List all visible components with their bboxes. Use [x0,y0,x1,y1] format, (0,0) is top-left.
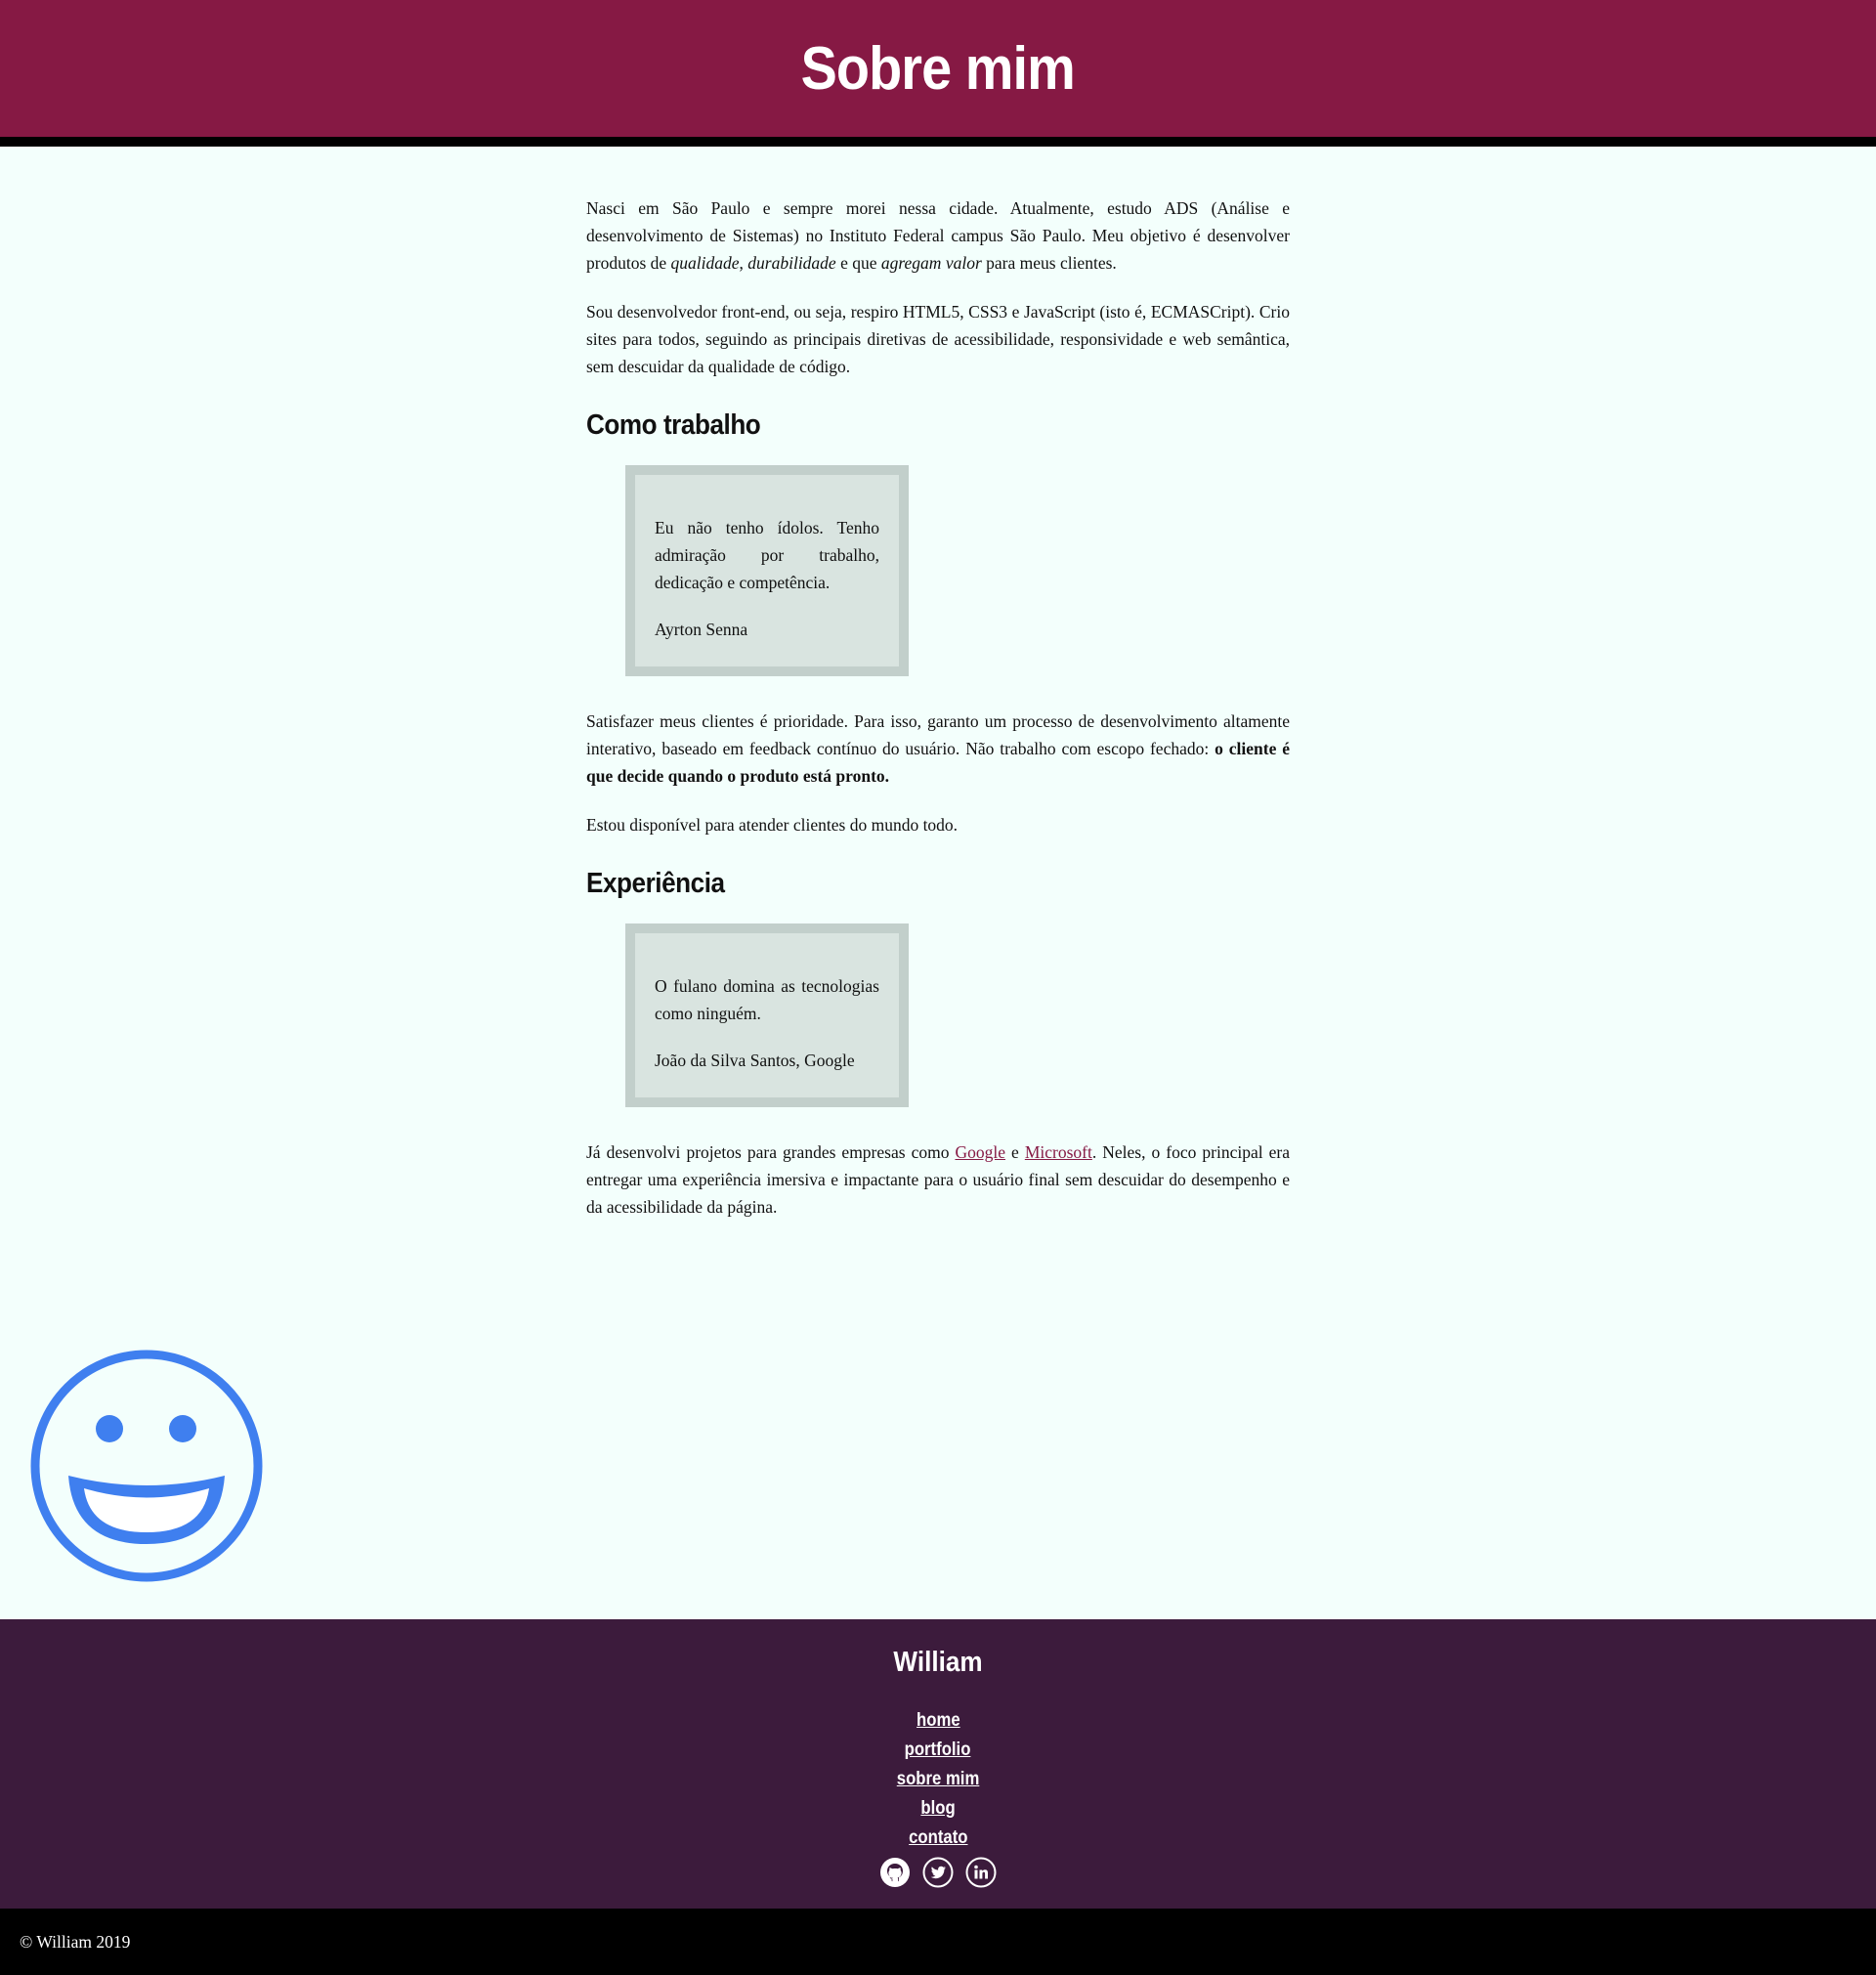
footer-link-sobre-mim[interactable]: sobre mim [897,1765,980,1793]
social-links [0,1857,1876,1888]
section-heading-work: Como trabalho [586,409,761,441]
emphasis-quality: qualidade [670,253,740,273]
footer-link-blog[interactable]: blog [920,1794,955,1823]
quote-text: O fulano domina as tecnologias como ning… [655,976,879,1023]
experience-paragraph: Já desenvolvi projetos para grandes empr… [586,1142,1290,1217]
page-title: Sobre mim [800,34,1076,103]
emphasis-durability: durabilidade [747,253,836,273]
work-paragraph-1: Satisfazer meus clientes é prioridade. P… [586,711,1290,786]
linkedin-link[interactable] [965,1857,997,1888]
footer-link-contato[interactable]: contato [909,1824,967,1852]
footer-nav: home portfolio sobre mim blog contato [0,1706,1876,1853]
copyright-bar: © William 2019 [0,1909,1876,1975]
quote-senna: Eu não tenho ídolos. Tenho admiração por… [625,465,909,676]
github-link[interactable] [879,1857,911,1888]
microsoft-link[interactable]: Microsoft [1025,1142,1092,1162]
quote-author: Ayrton Senna [655,620,748,639]
google-link[interactable]: Google [955,1142,1005,1162]
footer-link-home[interactable]: home [917,1706,960,1735]
footer-name: William [893,1647,983,1678]
twitter-icon [922,1857,954,1888]
intro-paragraph-1: Nasci em São Paulo e sempre morei nessa … [586,198,1290,273]
page-header: Sobre mim [0,0,1876,147]
section-heading-experience: Experiência [586,868,725,899]
work-paragraph-2: Estou disponível para atender clientes d… [586,815,959,835]
linkedin-icon [965,1857,997,1888]
twitter-link[interactable] [922,1857,954,1888]
main-content: Nasci em São Paulo e sempre morei nessa … [586,147,1290,1619]
page-footer: William home portfolio sobre mim blog co… [0,1619,1876,1909]
quote-fulano: O fulano domina as tecnologias como ning… [625,923,909,1107]
intro-paragraph-2: Sou desenvolvedor front-end, ou seja, re… [586,302,1290,376]
github-icon [880,1858,910,1887]
quote-author: João da Silva Santos, Google [655,1051,855,1070]
footer-link-portfolio[interactable]: portfolio [905,1736,971,1764]
grinning-face-icon [30,1350,263,1582]
emphasis-add-value: agregam valor [880,253,982,273]
quote-text: Eu não tenho ídolos. Tenho admiração por… [655,518,879,592]
copyright-text: © William 2019 [20,1931,131,1952]
